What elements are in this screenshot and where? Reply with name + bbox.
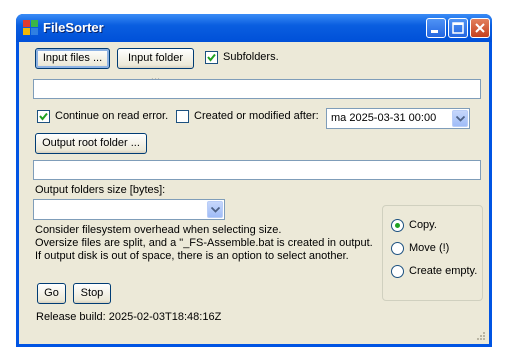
continue-on-error-checkbox[interactable] (37, 110, 50, 123)
checkmark-icon (39, 112, 48, 121)
app-icon (23, 20, 38, 35)
resize-grip-icon[interactable] (476, 331, 486, 341)
radio-selected-dot (395, 223, 400, 228)
radio-move[interactable] (391, 242, 404, 255)
maximize-button[interactable] (448, 18, 468, 38)
output-size-combo[interactable] (33, 199, 225, 220)
output-path-field[interactable] (33, 160, 481, 180)
info-line-1: Consider filesystem overhead when select… (35, 224, 282, 236)
date-value: ma 2025-03-31 00:00 (331, 112, 437, 124)
radio-move-label: Move (!) (409, 242, 450, 254)
mode-group: Copy. Move (!) Create empty. (382, 205, 483, 301)
size-dropdown-button[interactable] (207, 201, 223, 218)
subfolders-checkbox[interactable] (205, 51, 218, 64)
filesorter-window: FileSorter Input files ... Input folder … (16, 14, 492, 347)
input-path-field[interactable] (33, 79, 481, 99)
created-after-label: Created or modified after: (194, 110, 319, 122)
build-status: Release build: 2025-02-03T18:48:16Z (36, 311, 222, 323)
date-picker[interactable]: ma 2025-03-31 00:00 (326, 108, 470, 129)
client-area: Input files ... Input folder ... Subfold… (19, 42, 489, 344)
maximize-icon (452, 22, 464, 34)
input-files-button[interactable]: Input files ... (35, 48, 110, 69)
continue-on-error-label: Continue on read error. (55, 110, 169, 122)
checkmark-icon (207, 53, 216, 62)
chevron-down-icon (456, 116, 465, 122)
go-button[interactable]: Go (37, 283, 66, 304)
window-title: FileSorter (43, 20, 104, 35)
close-button[interactable] (470, 18, 490, 38)
info-line-3: If output disk is out of space, there is… (35, 250, 349, 262)
radio-create-empty-label: Create empty. (409, 265, 478, 277)
radio-copy[interactable] (391, 219, 404, 232)
info-line-2: Oversize files are split, and a "_FS-Ass… (35, 237, 373, 249)
minimize-icon (431, 30, 438, 33)
close-icon (475, 23, 485, 33)
radio-copy-label: Copy. (409, 219, 437, 231)
output-size-label: Output folders size [bytes]: (35, 184, 166, 196)
output-root-folder-button[interactable]: Output root folder ... (35, 133, 147, 154)
date-dropdown-button[interactable] (452, 110, 468, 127)
input-folder-button[interactable]: Input folder ... (117, 48, 194, 83)
chevron-down-icon (211, 207, 220, 213)
created-after-checkbox[interactable] (176, 110, 189, 123)
minimize-button[interactable] (426, 18, 446, 38)
subfolders-label: Subfolders. (223, 51, 279, 63)
title-bar[interactable]: FileSorter (16, 14, 492, 42)
radio-create-empty[interactable] (391, 265, 404, 278)
stop-button[interactable]: Stop (73, 283, 111, 304)
